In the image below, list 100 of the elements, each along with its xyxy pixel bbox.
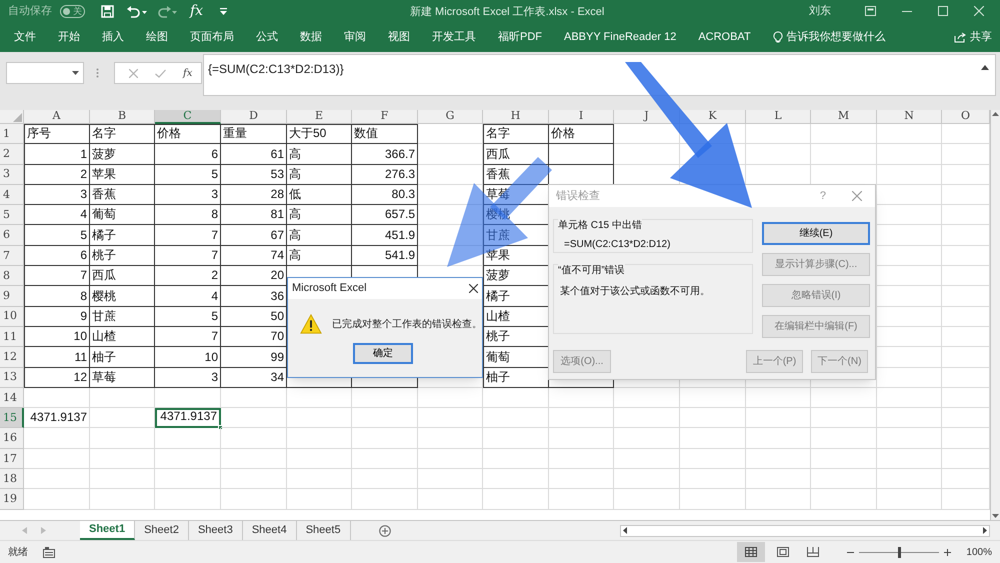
table-cell[interactable]: 7 [155,225,221,246]
table-cell[interactable]: 451.9 [352,225,418,246]
add-sheet-icon[interactable] [378,524,391,536]
table-cell[interactable]: 9 [24,306,90,327]
maximize-icon[interactable] [938,6,948,16]
row-header[interactable]: 15 [0,408,24,428]
row-header[interactable]: 10 [0,306,24,327]
table-cell[interactable]: 草莓 [90,368,155,388]
table-cell[interactable]: 3 [155,368,221,388]
ribbon-display-icon[interactable] [865,6,876,16]
page-layout-icon[interactable] [777,547,790,557]
table-cell[interactable]: 香蕉 [90,184,155,206]
row-header[interactable]: 7 [0,246,24,266]
name-box[interactable] [6,62,84,84]
table-cell[interactable]: 苹果 [90,164,155,185]
table-cell[interactable]: 价格 [155,124,221,144]
customize-caret-icon[interactable] [219,6,228,16]
zoom-slider-thumb[interactable] [898,546,901,558]
page-break-icon[interactable] [807,547,820,557]
table-cell[interactable]: 5 [155,306,221,327]
table-cell[interactable]: 甘蔗 [90,306,155,327]
table-cell[interactable]: 2 [24,164,90,185]
table-cell[interactable]: 4371.9137 [24,408,90,428]
table-cell[interactable]: 6 [155,144,221,165]
table-cell[interactable]: 低 [287,184,352,206]
zoom-level[interactable]: 100% [966,544,992,560]
ribbon-tab[interactable]: 文件 [14,28,36,46]
next-sheet-icon[interactable] [41,527,46,534]
row-header[interactable]: 5 [0,205,24,226]
row-header[interactable]: 2 [0,144,24,165]
cancel-icon[interactable] [129,68,138,78]
table-cell[interactable]: 1 [24,144,90,165]
table-cell[interactable]: 8 [24,286,90,307]
column-header[interactable]: H [483,110,549,124]
row-header[interactable]: 11 [0,326,24,348]
row-header[interactable]: 13 [0,368,24,388]
table-cell[interactable]: 葡萄 [90,205,155,226]
column-header[interactable]: D [221,110,287,124]
ribbon-tab[interactable]: 公式 [256,28,278,46]
column-header[interactable]: L [746,110,811,124]
column-header[interactable]: N [877,110,942,124]
enter-check-icon[interactable] [155,68,166,78]
formula-input[interactable]: {=SUM(C2:C13*D2:D13)} [203,54,996,96]
table-cell[interactable]: 3 [155,184,221,206]
ribbon-tab[interactable]: 视图 [388,28,410,46]
ribbon-tab[interactable]: 页面布局 [190,28,234,46]
table-cell[interactable] [549,144,614,165]
table-cell[interactable]: 7 [155,246,221,266]
ok-button[interactable]: 确定 [353,343,413,364]
table-cell[interactable]: 366.7 [352,144,418,165]
insert-function-button[interactable]: fx [183,66,192,80]
fill-handle[interactable] [218,425,223,430]
table-cell[interactable]: 4 [24,205,90,226]
row-header[interactable]: 19 [0,489,24,510]
table-cell[interactable]: 山楂 [90,326,155,348]
table-cell[interactable]: 541.9 [352,246,418,266]
table-cell[interactable]: 6 [24,246,90,266]
table-cell[interactable]: 桃子 [90,246,155,266]
row-header[interactable]: 12 [0,347,24,368]
row-header[interactable]: 16 [0,428,24,449]
table-cell[interactable]: 菠萝 [90,144,155,165]
table-cell[interactable]: 74 [221,246,287,266]
table-cell[interactable]: 数值 [352,124,418,144]
ribbon-tab[interactable]: 开发工具 [432,28,476,46]
vertical-scrollbar[interactable] [990,110,1000,520]
table-cell[interactable]: 序号 [24,124,90,144]
table-cell[interactable]: 81 [221,205,287,226]
row-header[interactable]: 18 [0,469,24,490]
table-cell[interactable]: 柚子 [90,347,155,368]
close-icon[interactable] [469,284,478,293]
row-header[interactable]: 1 [0,124,24,144]
table-cell[interactable]: 名字 [483,124,549,144]
table-cell[interactable]: 67 [221,225,287,246]
table-cell[interactable]: 高 [287,205,352,226]
table-cell[interactable]: 61 [221,144,287,165]
drag-handle-icon[interactable] [96,68,99,78]
table-cell[interactable]: 高 [287,144,352,165]
table-cell[interactable]: 5 [24,225,90,246]
ribbon-tab[interactable]: 插入 [102,28,124,46]
sheet-tab[interactable]: Sheet1 [80,521,136,540]
ribbon-tab[interactable]: 开始 [58,28,80,46]
table-cell[interactable]: 高 [287,246,352,266]
table-cell[interactable]: 28 [221,184,287,206]
normal-view-button[interactable] [737,542,766,562]
table-cell[interactable]: 西瓜 [483,144,549,165]
ribbon-tab[interactable]: 审阅 [344,28,366,46]
table-cell[interactable]: 8 [155,205,221,226]
table-cell[interactable]: 高 [287,164,352,185]
tell-me-search[interactable]: 告诉我你想要做什么 [786,28,886,46]
row-header[interactable]: 6 [0,225,24,246]
dialog-button[interactable]: 继续(E) [762,222,870,245]
table-cell[interactable]: 276.3 [352,164,418,185]
share-button[interactable]: 共享 [970,28,992,46]
row-header[interactable]: 17 [0,448,24,470]
undo-icon[interactable] [126,4,148,18]
ribbon-tab[interactable]: ACROBAT [698,28,751,46]
ribbon-tab[interactable]: 数据 [300,28,322,46]
previous-sheet-icon[interactable] [22,527,27,534]
table-cell[interactable]: 53 [221,164,287,185]
row-header[interactable]: 14 [0,388,24,408]
